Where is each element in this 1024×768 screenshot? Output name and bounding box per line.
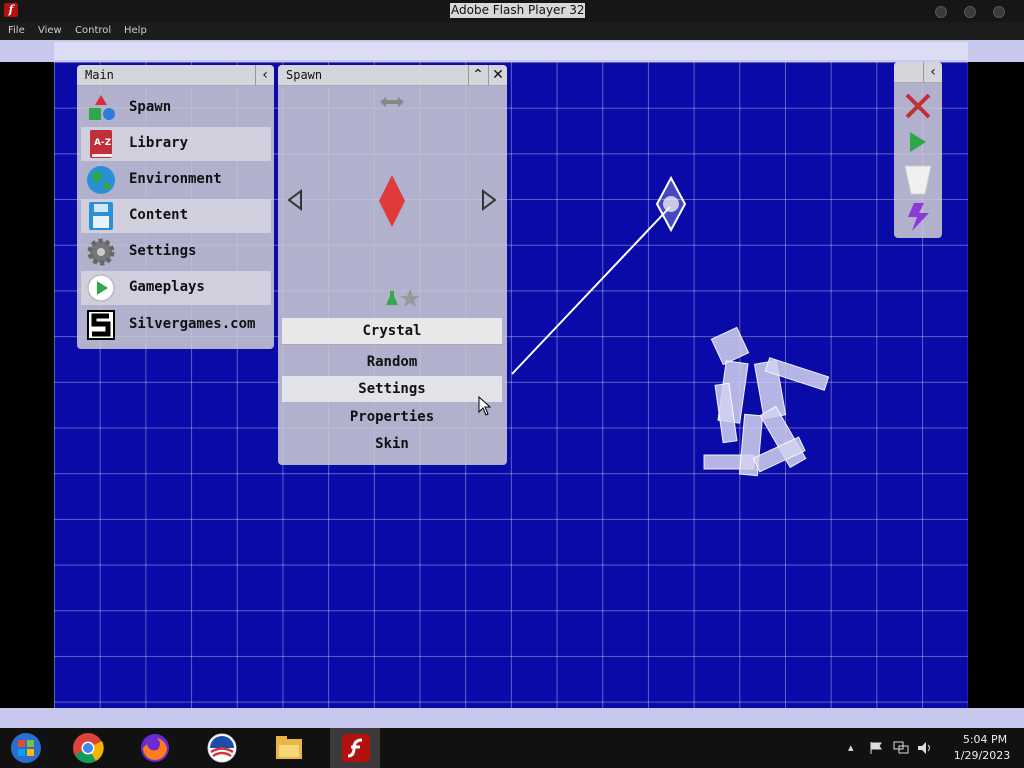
delete-icon[interactable] [904,92,932,120]
main-panel-header: Main ‹ [77,65,274,86]
main-item-content[interactable]: Content [81,199,271,233]
main-item-label: Spawn [129,99,172,115]
flash-player-icon[interactable] [340,732,372,764]
volume-icon[interactable] [917,741,933,755]
main-item-environment[interactable]: Environment [81,163,271,197]
flash-app-icon: f [4,3,18,17]
menu-control[interactable]: Control [75,25,111,36]
library-icon-text: A-Z [94,138,112,148]
menu-view[interactable]: View [38,25,62,36]
windows-start-icon[interactable] [10,732,42,764]
spawn-shapes-icon [89,95,115,120]
spawn-panel-title: Spawn [286,68,323,82]
option-skin[interactable]: Skin [282,431,502,457]
spawned-crystal[interactable] [655,175,687,233]
collapse-main-button[interactable]: ‹ [255,65,274,85]
window-title: Adobe Flash Player 32 [450,3,586,18]
collapse-tools-button[interactable]: ‹ [923,62,942,82]
canvas-bottom-strip [0,708,1024,728]
selected-item-name: Crystal [282,318,502,345]
favorite-star-icon[interactable] [384,287,422,309]
floppy-disk-icon [89,202,113,230]
title-bar: f Adobe Flash Player 32 [0,0,1024,22]
canvas-right-border [968,62,1024,708]
option-properties[interactable]: Properties [282,404,502,430]
main-item-silvergames[interactable]: Silvergames.com [81,308,271,342]
main-item-label: Content [129,207,189,223]
clock-date[interactable]: 1/29/2023 [944,749,1020,762]
tool-panel: ‹ [894,62,942,238]
main-item-label: Environment [129,171,222,187]
bucket-icon[interactable] [903,164,933,196]
option-settings[interactable]: Settings [282,376,502,402]
play-icon[interactable] [906,130,930,154]
tool-panel-header: ‹ [894,62,942,83]
spawn-panel-header: Spawn ⌃ ✕ [278,65,507,86]
next-arrow-icon[interactable] [480,189,498,211]
main-item-settings[interactable]: Settings [81,235,271,269]
play-icon [87,274,115,302]
obama-logo-icon[interactable] [206,732,238,764]
main-item-spawn[interactable]: Spawn [81,91,271,125]
canvas-left-border [0,62,54,708]
rope-line [511,206,671,375]
lightning-icon[interactable] [904,202,932,232]
ragdoll-figure[interactable] [703,326,830,477]
main-item-label: Library [129,135,189,151]
option-random[interactable]: Random [282,349,502,375]
globe-icon [87,166,115,194]
menu-file[interactable]: File [8,25,25,36]
main-item-label: Settings [129,243,197,259]
file-explorer-icon[interactable] [273,732,305,764]
previous-arrow-icon[interactable] [286,189,304,211]
menu-bar: File View Control Help [0,22,1024,40]
close-window-button[interactable] [993,6,1005,18]
main-panel: Main ‹ Spawn A-Z Library Environment Con… [77,65,274,349]
canvas-top-strip-light [54,42,968,60]
clock-time[interactable]: 5:04 PM [950,733,1020,746]
crystal-preview-icon [379,175,405,227]
gear-icon [87,238,115,266]
menu-help[interactable]: Help [124,25,147,36]
main-item-library[interactable]: A-Z Library [81,127,271,161]
flag-icon[interactable] [869,741,883,755]
close-spawn-button[interactable]: ✕ [488,65,507,85]
chrome-icon[interactable] [72,732,104,764]
firefox-icon[interactable] [139,732,171,764]
main-item-label: Gameplays [129,279,205,295]
collapse-spawn-button[interactable]: ⌃ [468,65,487,85]
silvergames-logo-icon [87,310,115,340]
main-item-label: Silvergames.com [129,316,256,332]
spawn-panel: Spawn ⌃ ✕ Crystal Random Settings Proper… [278,65,507,465]
mouse-cursor [478,396,492,416]
network-icon[interactable] [893,741,909,755]
main-panel-title: Main [85,68,114,82]
move-arrows-icon[interactable] [378,95,406,109]
maximize-button[interactable] [964,6,976,18]
main-item-gameplays[interactable]: Gameplays [81,271,271,305]
minimize-button[interactable] [935,6,947,18]
tray-expand-icon[interactable]: ▴ [848,741,854,754]
